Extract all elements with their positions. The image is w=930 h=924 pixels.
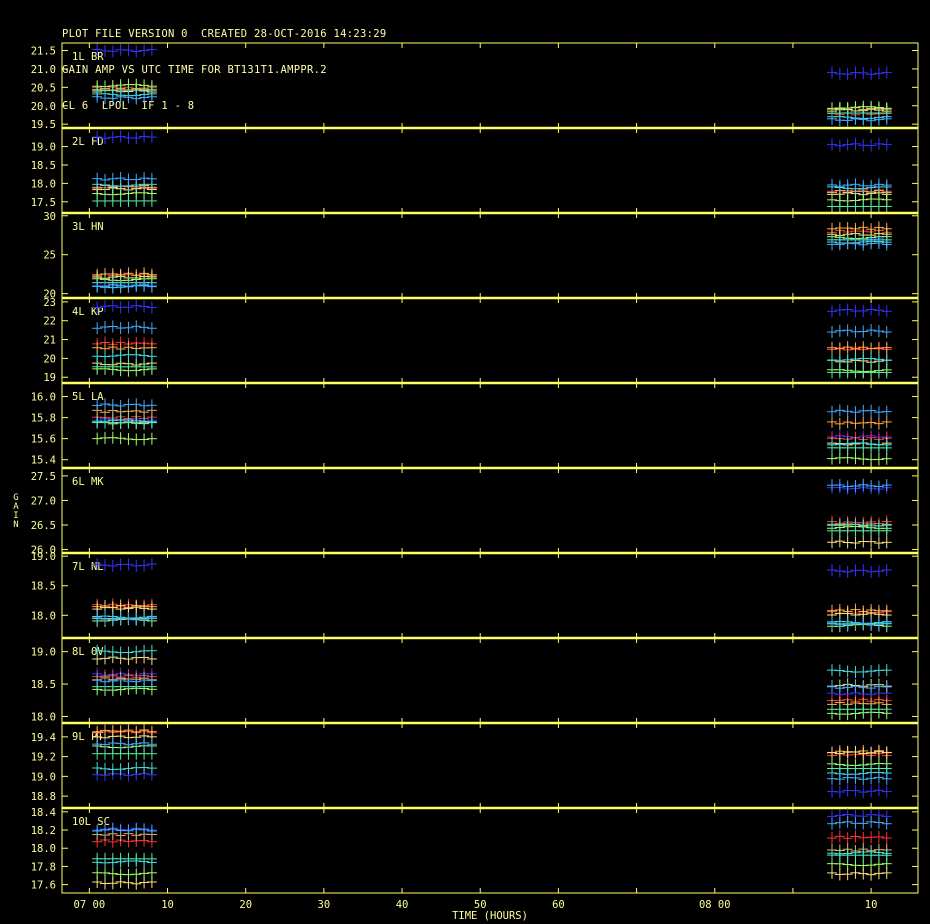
y-tick-label: 18.0 <box>31 711 56 723</box>
x-tick-label: 08 00 <box>699 899 731 911</box>
y-tick-label: 17.5 <box>31 197 56 209</box>
y-tick-label: 21 <box>43 335 56 347</box>
y-tick-label: 23 <box>43 297 56 309</box>
x-tick-label: 10 <box>161 899 174 911</box>
y-tick-label: 16.0 <box>31 392 56 404</box>
gain-amp-plot: 19.5 20.0 20.5 21.0 21.5 1L BR 17.5 18.0 18.5 19.… <box>13 42 919 922</box>
x-tick-label: 20 <box>239 899 252 911</box>
y-tick-label: 17.6 <box>31 880 56 892</box>
y-tick-label: 19.5 <box>31 119 56 131</box>
panel-label: 1L BR <box>72 51 104 63</box>
y-tick-label: 22 <box>43 316 56 328</box>
y-tick-label: 20.5 <box>31 82 56 94</box>
y-tick-label: 21.5 <box>31 46 56 58</box>
x-tick-label: 60 <box>552 899 565 911</box>
y-tick-label: 25 <box>43 250 56 262</box>
panel-label: 7L NL <box>72 561 104 573</box>
y-tick-label: 19 <box>43 372 56 384</box>
x-tick-label: 40 <box>396 899 409 911</box>
y-tick-label: 19.2 <box>31 752 56 764</box>
y-tick-label: 20.0 <box>31 101 56 113</box>
panel-label: 3L HN <box>72 221 104 233</box>
panel-label: 2L FD <box>72 136 104 148</box>
x-tick-label: 10 <box>865 899 878 911</box>
x-tick-label: 30 <box>318 899 331 911</box>
y-axis-label: N <box>13 520 18 530</box>
y-tick-label: 19.0 <box>31 551 56 563</box>
y-tick-label: 19.0 <box>31 771 56 783</box>
y-tick-label: 18.4 <box>31 807 56 819</box>
y-tick-label: 19.0 <box>31 647 56 659</box>
panel-label: 10L SC <box>72 816 110 828</box>
y-tick-label: 20 <box>43 353 56 365</box>
y-tick-label: 15.6 <box>31 434 56 446</box>
y-tick-label: 18.5 <box>31 581 56 593</box>
y-tick-label: 19.4 <box>31 732 56 744</box>
y-tick-label: 19.0 <box>31 142 56 154</box>
panel-label: 6L MK <box>72 476 104 488</box>
y-tick-label: 18.5 <box>31 679 56 691</box>
x-axis-label: TIME (HOURS) <box>452 910 528 922</box>
y-tick-label: 15.4 <box>31 455 56 467</box>
panel-label: 8L OV <box>72 646 104 658</box>
y-tick-label: 27.5 <box>31 471 56 483</box>
y-tick-label: 27.0 <box>31 495 56 507</box>
y-tick-label: 18.8 <box>31 791 56 803</box>
y-tick-label: 15.8 <box>31 413 56 425</box>
y-tick-label: 21.0 <box>31 64 56 76</box>
y-tick-label: 18.0 <box>31 178 56 190</box>
y-tick-label: 18.0 <box>31 610 56 622</box>
panel-label: 5L LA <box>72 391 104 403</box>
y-tick-label: 18.2 <box>31 825 56 837</box>
y-tick-label: 26.5 <box>31 520 56 532</box>
y-tick-label: 30 <box>43 211 56 223</box>
y-tick-label: 17.8 <box>31 861 56 873</box>
y-tick-label: 18.0 <box>31 843 56 855</box>
y-tick-label: 18.5 <box>31 160 56 172</box>
x-tick-label: 07 00 <box>74 899 106 911</box>
